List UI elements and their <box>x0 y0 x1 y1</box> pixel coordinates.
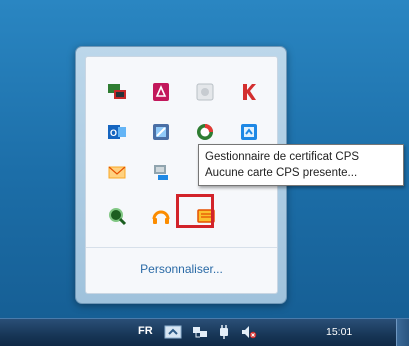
taskbar: FR 15:01 <box>0 318 409 346</box>
grey-app-icon[interactable] <box>194 81 216 103</box>
headphones-icon[interactable] <box>150 205 172 227</box>
tooltip-status: Aucune carte CPS presente... <box>205 167 358 179</box>
outlook-icon[interactable]: O <box>106 121 128 143</box>
cps-tooltip: Gestionnaire de certificat CPS Aucune ca… <box>198 144 404 186</box>
language-indicator[interactable]: FR <box>138 325 153 337</box>
svg-text:O: O <box>110 128 117 138</box>
customize-link[interactable]: Personnaliser... <box>86 262 277 276</box>
cps-icon-highlight-frame <box>176 194 214 228</box>
mail-envelope-icon[interactable] <box>106 161 128 183</box>
power-plug-icon[interactable] <box>215 324 233 343</box>
sync-icon[interactable] <box>194 121 216 143</box>
blue-window-icon[interactable] <box>238 121 260 143</box>
network-icon[interactable] <box>191 324 209 343</box>
flyout-divider <box>86 247 277 248</box>
show-desktop-button[interactable] <box>396 319 409 346</box>
clock[interactable]: 15:01 <box>326 326 352 338</box>
search-icon[interactable] <box>106 205 128 227</box>
green-monitor-icon[interactable] <box>106 81 128 103</box>
tooltip-title: Gestionnaire de certificat CPS <box>205 151 360 163</box>
tool-icon[interactable] <box>150 121 172 143</box>
tray-expand-icon[interactable] <box>164 324 182 343</box>
volume-muted-icon[interactable] <box>240 324 258 343</box>
kaspersky-icon[interactable] <box>238 81 260 103</box>
acrobat-icon[interactable] <box>150 81 172 103</box>
network-share-icon[interactable] <box>150 161 172 183</box>
